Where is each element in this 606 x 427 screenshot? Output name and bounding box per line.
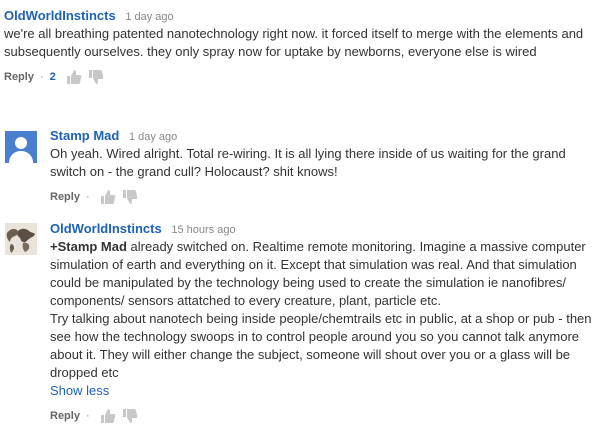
comment-header: OldWorldInstincts 15 hours ago — [50, 221, 598, 236]
comment-actions: Reply · 2 — [4, 69, 584, 85]
comment-3: OldWorldInstincts 15 hours ago +Stamp Ma… — [50, 221, 598, 424]
comment-1: OldWorldInstincts 1 day ago we're all br… — [4, 8, 584, 85]
comment-time[interactable]: 1 day ago — [125, 11, 173, 23]
separator: · — [85, 191, 90, 203]
thumbs-down-icon[interactable] — [122, 408, 138, 424]
comment-text: we're all breathing patented nanotechnol… — [4, 26, 584, 59]
avatar[interactable] — [5, 131, 37, 163]
comment-2: Stamp Mad 1 day ago Oh yeah. Wired alrig… — [50, 128, 590, 205]
separator: · — [39, 71, 44, 83]
comment-time[interactable]: 1 day ago — [129, 131, 177, 143]
comment-actions: Reply · — [50, 408, 598, 424]
comment-header: Stamp Mad 1 day ago — [50, 128, 590, 143]
comment-text: Oh yeah. Wired alright. Total re-wiring.… — [50, 146, 566, 179]
thumbs-up-icon[interactable] — [66, 69, 82, 85]
comment-text-part-2: Try talking about nanotech being inside … — [50, 311, 592, 380]
reply-button[interactable]: Reply — [50, 191, 80, 203]
separator: · — [85, 410, 90, 422]
avatar[interactable] — [5, 223, 37, 255]
comment-header: OldWorldInstincts 1 day ago — [4, 8, 584, 23]
thumbs-down-icon[interactable] — [88, 69, 104, 85]
comment-author[interactable]: OldWorldInstincts — [4, 8, 116, 23]
comment-text-part-1: already switched on. Realtime remote mon… — [50, 239, 586, 308]
reply-button[interactable]: Reply — [50, 410, 80, 422]
comment-author[interactable]: Stamp Mad — [50, 128, 119, 143]
show-less-link[interactable]: Show less — [50, 382, 598, 400]
user-mention[interactable]: +Stamp Mad — [50, 239, 127, 254]
like-count: 2 — [49, 71, 56, 83]
default-avatar-icon — [5, 131, 37, 163]
comment-text: +Stamp Mad already switched on. Realtime… — [50, 238, 598, 400]
thumbs-down-icon[interactable] — [122, 189, 138, 205]
comment-author[interactable]: OldWorldInstincts — [50, 221, 162, 236]
comment-time[interactable]: 15 hours ago — [171, 224, 235, 236]
reply-button[interactable]: Reply — [4, 71, 34, 83]
map-avatar-icon — [5, 223, 37, 255]
comment-actions: Reply · — [50, 189, 590, 205]
thumbs-up-icon[interactable] — [100, 408, 116, 424]
thumbs-up-icon[interactable] — [100, 189, 116, 205]
